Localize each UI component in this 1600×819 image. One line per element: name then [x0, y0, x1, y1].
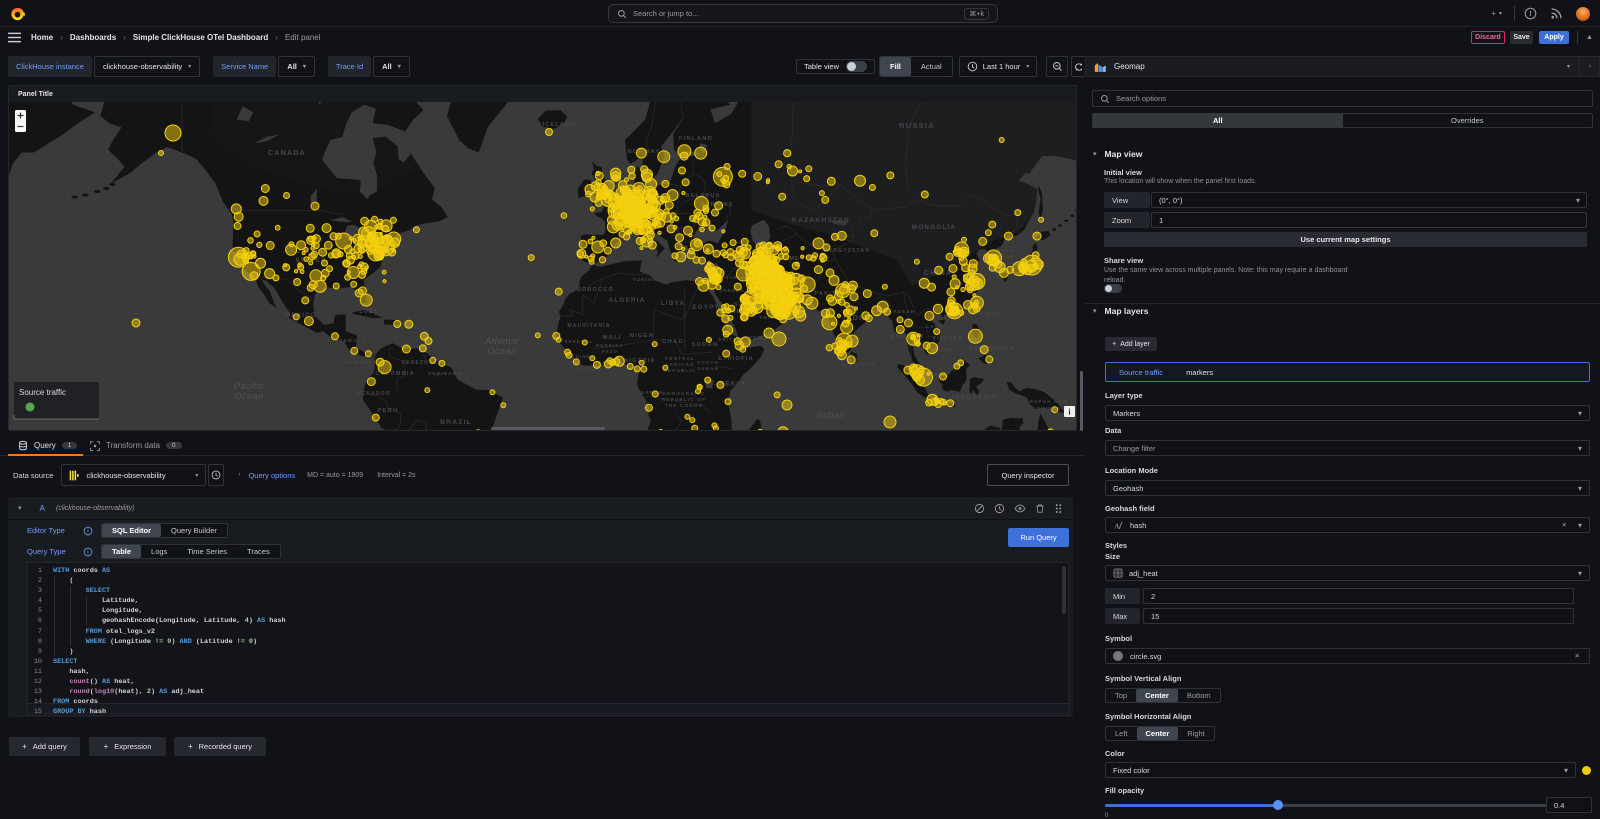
- svg-text:AFRICAN: AFRICAN: [665, 362, 694, 367]
- svg-text:PAPUA NEW: PAPUA NEW: [1030, 399, 1068, 404]
- svg-text:Ocean: Ocean: [487, 346, 516, 356]
- svg-text:FINLAND: FINLAND: [679, 136, 713, 142]
- svg-text:CUBA: CUBA: [359, 309, 378, 315]
- svg-text:Indian: Indian: [817, 410, 845, 420]
- svg-text:LIBYA: LIBYA: [661, 300, 685, 307]
- svg-text:INDONESIA: INDONESIA: [952, 394, 998, 401]
- svg-text:BRAZIL: BRAZIL: [440, 419, 472, 426]
- svg-text:SOUTH: SOUTH: [697, 360, 719, 365]
- svg-text:NIGER: NIGER: [630, 333, 655, 339]
- svg-text:LIBERIA: LIBERIA: [573, 368, 597, 372]
- svg-text:REPUBLIC OF: REPUBLIC OF: [662, 397, 706, 402]
- svg-text:i: i: [87, 528, 88, 535]
- svg-text:SUDAN: SUDAN: [692, 342, 719, 348]
- svg-text:PHILIPPINES: PHILIPPINES: [970, 346, 1014, 352]
- svg-text:KAZAKHSTAN: KAZAKHSTAN: [792, 217, 850, 224]
- svg-text:LAOS: LAOS: [926, 324, 944, 329]
- svg-text:REPUBLIC: REPUBLIC: [663, 368, 696, 373]
- svg-text:BURKINA: BURKINA: [596, 343, 624, 348]
- svg-text:MONGOLIA: MONGOLIA: [912, 224, 956, 231]
- svg-text:CENTRAL: CENTRAL: [665, 356, 695, 361]
- svg-text:MAURITANIA: MAURITANIA: [567, 323, 610, 329]
- svg-text:A: A: [1113, 521, 1119, 530]
- svg-text:Source traffic: Source traffic: [19, 388, 66, 397]
- svg-text:FASO: FASO: [602, 349, 618, 354]
- svg-text:SURINAME: SURINAME: [428, 371, 462, 376]
- svg-text:CHAD: CHAD: [662, 339, 684, 345]
- svg-text:MOROCCO: MOROCCO: [576, 287, 614, 293]
- svg-text:i: i: [87, 549, 88, 556]
- svg-text:EGYPT: EGYPT: [692, 304, 719, 311]
- svg-text:ECUADOR: ECUADOR: [357, 391, 391, 397]
- svg-text:TUNISIA: TUNISIA: [633, 277, 660, 282]
- svg-text:RUSSIA: RUSSIA: [899, 121, 935, 130]
- svg-text:THE CONGO: THE CONGO: [665, 403, 704, 408]
- svg-text:Pacific: Pacific: [234, 381, 264, 391]
- svg-text:KYRGYZSTAN: KYRGYZSTAN: [824, 248, 870, 254]
- svg-text:ALGERIA: ALGERIA: [609, 297, 646, 304]
- svg-text:VENEZUELA: VENEZUELA: [401, 360, 442, 366]
- svg-text:VIETNAM: VIETNAM: [933, 336, 964, 342]
- svg-text:SRI LANKA: SRI LANKA: [842, 362, 876, 367]
- svg-text:PANAMA: PANAMA: [345, 360, 372, 365]
- svg-text:ICELAND: ICELAND: [543, 122, 576, 128]
- svg-text:SUDAN: SUDAN: [697, 366, 719, 371]
- svg-text:Ocean: Ocean: [234, 391, 263, 401]
- svg-text:CANADA: CANADA: [268, 149, 306, 157]
- svg-text:ETHIOPIA: ETHIOPIA: [718, 356, 754, 362]
- svg-text:SENEGAL: SENEGAL: [565, 339, 594, 344]
- svg-text:!: !: [1529, 9, 1531, 18]
- svg-text:PERU: PERU: [377, 408, 398, 414]
- svg-text:MALI: MALI: [602, 335, 621, 341]
- svg-text:Atlantic: Atlantic: [484, 336, 519, 346]
